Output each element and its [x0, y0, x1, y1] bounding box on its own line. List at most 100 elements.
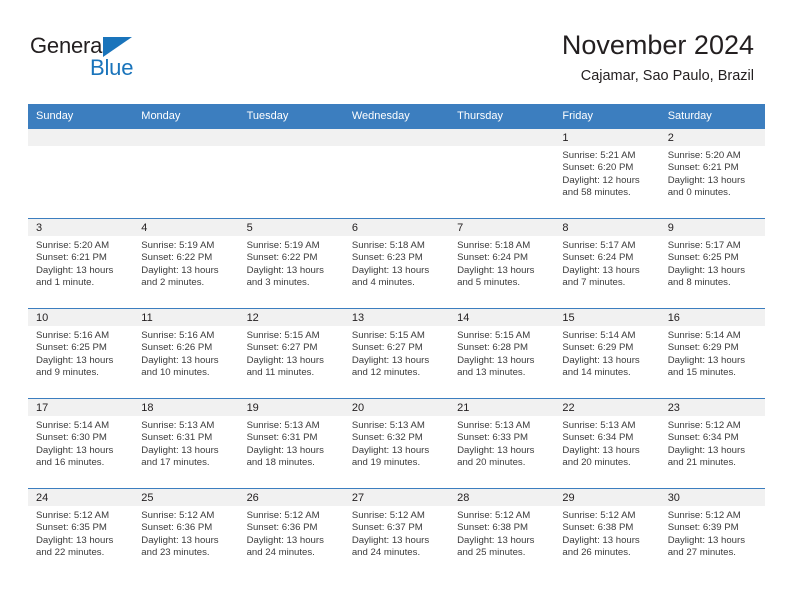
day-cell[interactable]: 16 Sunrise: 5:14 AM Sunset: 6:29 PM Dayl…: [659, 308, 765, 399]
sunset-text: Sunset: 6:29 PM: [667, 342, 739, 354]
page-subtitle: Cajamar, Sao Paulo, Brazil: [580, 68, 754, 84]
day-details: Sunrise: 5:12 AM Sunset: 6:35 PM Dayligh…: [28, 506, 133, 559]
day-cell[interactable]: [133, 128, 239, 219]
day-cell[interactable]: 27 Sunrise: 5:12 AM Sunset: 6:37 PM Dayl…: [343, 488, 450, 579]
weekday-header-friday: Friday: [554, 104, 660, 129]
day-cell[interactable]: 4 Sunrise: 5:19 AM Sunset: 6:22 PM Dayli…: [133, 218, 239, 309]
sunset-text: Sunset: 6:27 PM: [351, 342, 423, 354]
sunset-text: Sunset: 6:36 PM: [141, 522, 213, 534]
daylight-text: Daylight: 13 hours and 24 minutes.: [351, 534, 430, 558]
day-cell[interactable]: 30 Sunrise: 5:12 AM Sunset: 6:39 PM Dayl…: [659, 488, 765, 579]
day-details: Sunrise: 5:12 AM Sunset: 6:38 PM Dayligh…: [449, 506, 554, 559]
sunrise-text: Sunrise: 5:13 AM: [562, 420, 636, 431]
day-details: [133, 146, 238, 150]
day-details: Sunrise: 5:12 AM Sunset: 6:36 PM Dayligh…: [133, 506, 238, 559]
day-details: [344, 146, 449, 150]
day-number: 11: [133, 309, 239, 326]
day-cell[interactable]: 3 Sunrise: 5:20 AM Sunset: 6:21 PM Dayli…: [28, 218, 134, 309]
sunset-text: Sunset: 6:27 PM: [246, 342, 318, 354]
day-details: Sunrise: 5:14 AM Sunset: 6:29 PM Dayligh…: [554, 326, 659, 379]
day-cell[interactable]: 14 Sunrise: 5:15 AM Sunset: 6:28 PM Dayl…: [449, 308, 555, 399]
day-number: 29: [554, 489, 660, 506]
daylight-text: Daylight: 13 hours and 2 minutes.: [141, 264, 219, 288]
day-details: Sunrise: 5:12 AM Sunset: 6:37 PM Dayligh…: [344, 506, 449, 559]
weekday-header-wednesday: Wednesday: [343, 104, 450, 129]
day-cell[interactable]: 7 Sunrise: 5:18 AM Sunset: 6:24 PM Dayli…: [449, 218, 555, 309]
day-cell[interactable]: 13 Sunrise: 5:15 AM Sunset: 6:27 PM Dayl…: [343, 308, 450, 399]
calendar-table: Sunday Monday Tuesday Wednesday Thursday…: [28, 104, 765, 579]
sunrise-text: Sunrise: 5:15 AM: [351, 330, 425, 341]
sunset-text: Sunset: 6:31 PM: [246, 432, 318, 444]
day-details: Sunrise: 5:13 AM Sunset: 6:32 PM Dayligh…: [344, 416, 449, 469]
calendar-week-row: 10 Sunrise: 5:16 AM Sunset: 6:25 PM Dayl…: [28, 308, 765, 399]
calendar-week-row: 1 Sunrise: 5:21 AM Sunset: 6:20 PM Dayli…: [28, 128, 765, 219]
day-details: Sunrise: 5:12 AM Sunset: 6:34 PM Dayligh…: [660, 416, 765, 469]
day-details: Sunrise: 5:12 AM Sunset: 6:38 PM Dayligh…: [554, 506, 659, 559]
daylight-text: Daylight: 13 hours and 8 minutes.: [667, 264, 746, 288]
day-number: 5: [238, 219, 344, 236]
day-cell[interactable]: [238, 128, 344, 219]
day-cell[interactable]: [449, 128, 555, 219]
day-cell[interactable]: 17 Sunrise: 5:14 AM Sunset: 6:30 PM Dayl…: [28, 398, 134, 489]
daylight-text: Daylight: 13 hours and 15 minutes.: [667, 354, 746, 378]
day-cell[interactable]: 20 Sunrise: 5:13 AM Sunset: 6:32 PM Dayl…: [343, 398, 450, 489]
weekday-header-monday: Monday: [133, 104, 239, 129]
daylight-text: Daylight: 13 hours and 4 minutes.: [351, 264, 430, 288]
sunset-text: Sunset: 6:30 PM: [36, 432, 107, 444]
day-number: 1: [554, 129, 660, 146]
weekday-header-thursday: Thursday: [449, 104, 555, 129]
sunset-text: Sunset: 6:28 PM: [457, 342, 529, 354]
day-cell[interactable]: 25 Sunrise: 5:12 AM Sunset: 6:36 PM Dayl…: [133, 488, 239, 579]
day-cell[interactable]: 22 Sunrise: 5:13 AM Sunset: 6:34 PM Dayl…: [554, 398, 660, 489]
day-cell[interactable]: 21 Sunrise: 5:13 AM Sunset: 6:33 PM Dayl…: [449, 398, 555, 489]
sunset-text: Sunset: 6:22 PM: [141, 252, 213, 264]
day-number: 10: [28, 309, 134, 326]
day-cell[interactable]: 11 Sunrise: 5:16 AM Sunset: 6:26 PM Dayl…: [133, 308, 239, 399]
sunset-text: Sunset: 6:34 PM: [667, 432, 739, 444]
weekday-header-saturday: Saturday: [659, 104, 765, 129]
day-details: Sunrise: 5:15 AM Sunset: 6:27 PM Dayligh…: [344, 326, 449, 379]
day-cell[interactable]: 15 Sunrise: 5:14 AM Sunset: 6:29 PM Dayl…: [554, 308, 660, 399]
day-cell[interactable]: 1 Sunrise: 5:21 AM Sunset: 6:20 PM Dayli…: [554, 128, 660, 219]
day-cell[interactable]: 18 Sunrise: 5:13 AM Sunset: 6:31 PM Dayl…: [133, 398, 239, 489]
day-details: Sunrise: 5:12 AM Sunset: 6:36 PM Dayligh…: [239, 506, 344, 559]
day-cell[interactable]: [343, 128, 450, 219]
day-cell[interactable]: [28, 128, 134, 219]
daylight-text: Daylight: 13 hours and 1 minute.: [36, 264, 114, 288]
day-cell[interactable]: 28 Sunrise: 5:12 AM Sunset: 6:38 PM Dayl…: [449, 488, 555, 579]
day-cell[interactable]: 12 Sunrise: 5:15 AM Sunset: 6:27 PM Dayl…: [238, 308, 344, 399]
day-number: 21: [449, 399, 555, 416]
day-number: 6: [343, 219, 450, 236]
day-details: [28, 146, 133, 150]
calendar-week-row: 24 Sunrise: 5:12 AM Sunset: 6:35 PM Dayl…: [28, 488, 765, 579]
sunset-text: Sunset: 6:21 PM: [667, 162, 739, 174]
sunset-text: Sunset: 6:35 PM: [36, 522, 107, 534]
day-cell[interactable]: 8 Sunrise: 5:17 AM Sunset: 6:24 PM Dayli…: [554, 218, 660, 309]
sunrise-text: Sunrise: 5:15 AM: [246, 330, 320, 341]
day-cell[interactable]: 5 Sunrise: 5:19 AM Sunset: 6:22 PM Dayli…: [238, 218, 344, 309]
day-cell[interactable]: 29 Sunrise: 5:12 AM Sunset: 6:38 PM Dayl…: [554, 488, 660, 579]
day-details: [239, 146, 344, 150]
sunrise-text: Sunrise: 5:13 AM: [351, 420, 425, 431]
day-cell[interactable]: 23 Sunrise: 5:12 AM Sunset: 6:34 PM Dayl…: [659, 398, 765, 489]
day-cell[interactable]: 26 Sunrise: 5:12 AM Sunset: 6:36 PM Dayl…: [238, 488, 344, 579]
sunset-text: Sunset: 6:24 PM: [457, 252, 529, 264]
sunrise-text: Sunrise: 5:13 AM: [246, 420, 320, 431]
sunrise-text: Sunrise: 5:14 AM: [36, 420, 110, 431]
day-number: 3: [28, 219, 134, 236]
day-cell[interactable]: 24 Sunrise: 5:12 AM Sunset: 6:35 PM Dayl…: [28, 488, 134, 579]
day-cell[interactable]: 9 Sunrise: 5:17 AM Sunset: 6:25 PM Dayli…: [659, 218, 765, 309]
page-title: November 2024: [561, 30, 754, 60]
calendar-week-row: 17 Sunrise: 5:14 AM Sunset: 6:30 PM Dayl…: [28, 398, 765, 489]
day-cell[interactable]: 6 Sunrise: 5:18 AM Sunset: 6:23 PM Dayli…: [343, 218, 450, 309]
sunrise-text: Sunrise: 5:19 AM: [246, 240, 320, 251]
day-details: Sunrise: 5:12 AM Sunset: 6:39 PM Dayligh…: [660, 506, 765, 559]
day-number: 30: [659, 489, 765, 506]
sunrise-text: Sunrise: 5:15 AM: [457, 330, 531, 341]
day-cell[interactable]: 19 Sunrise: 5:13 AM Sunset: 6:31 PM Dayl…: [238, 398, 344, 489]
sunrise-text: Sunrise: 5:18 AM: [351, 240, 425, 251]
sunrise-text: Sunrise: 5:20 AM: [36, 240, 110, 251]
day-cell[interactable]: 10 Sunrise: 5:16 AM Sunset: 6:25 PM Dayl…: [28, 308, 134, 399]
day-number: 4: [133, 219, 239, 236]
day-cell[interactable]: 2 Sunrise: 5:20 AM Sunset: 6:21 PM Dayli…: [659, 128, 765, 219]
